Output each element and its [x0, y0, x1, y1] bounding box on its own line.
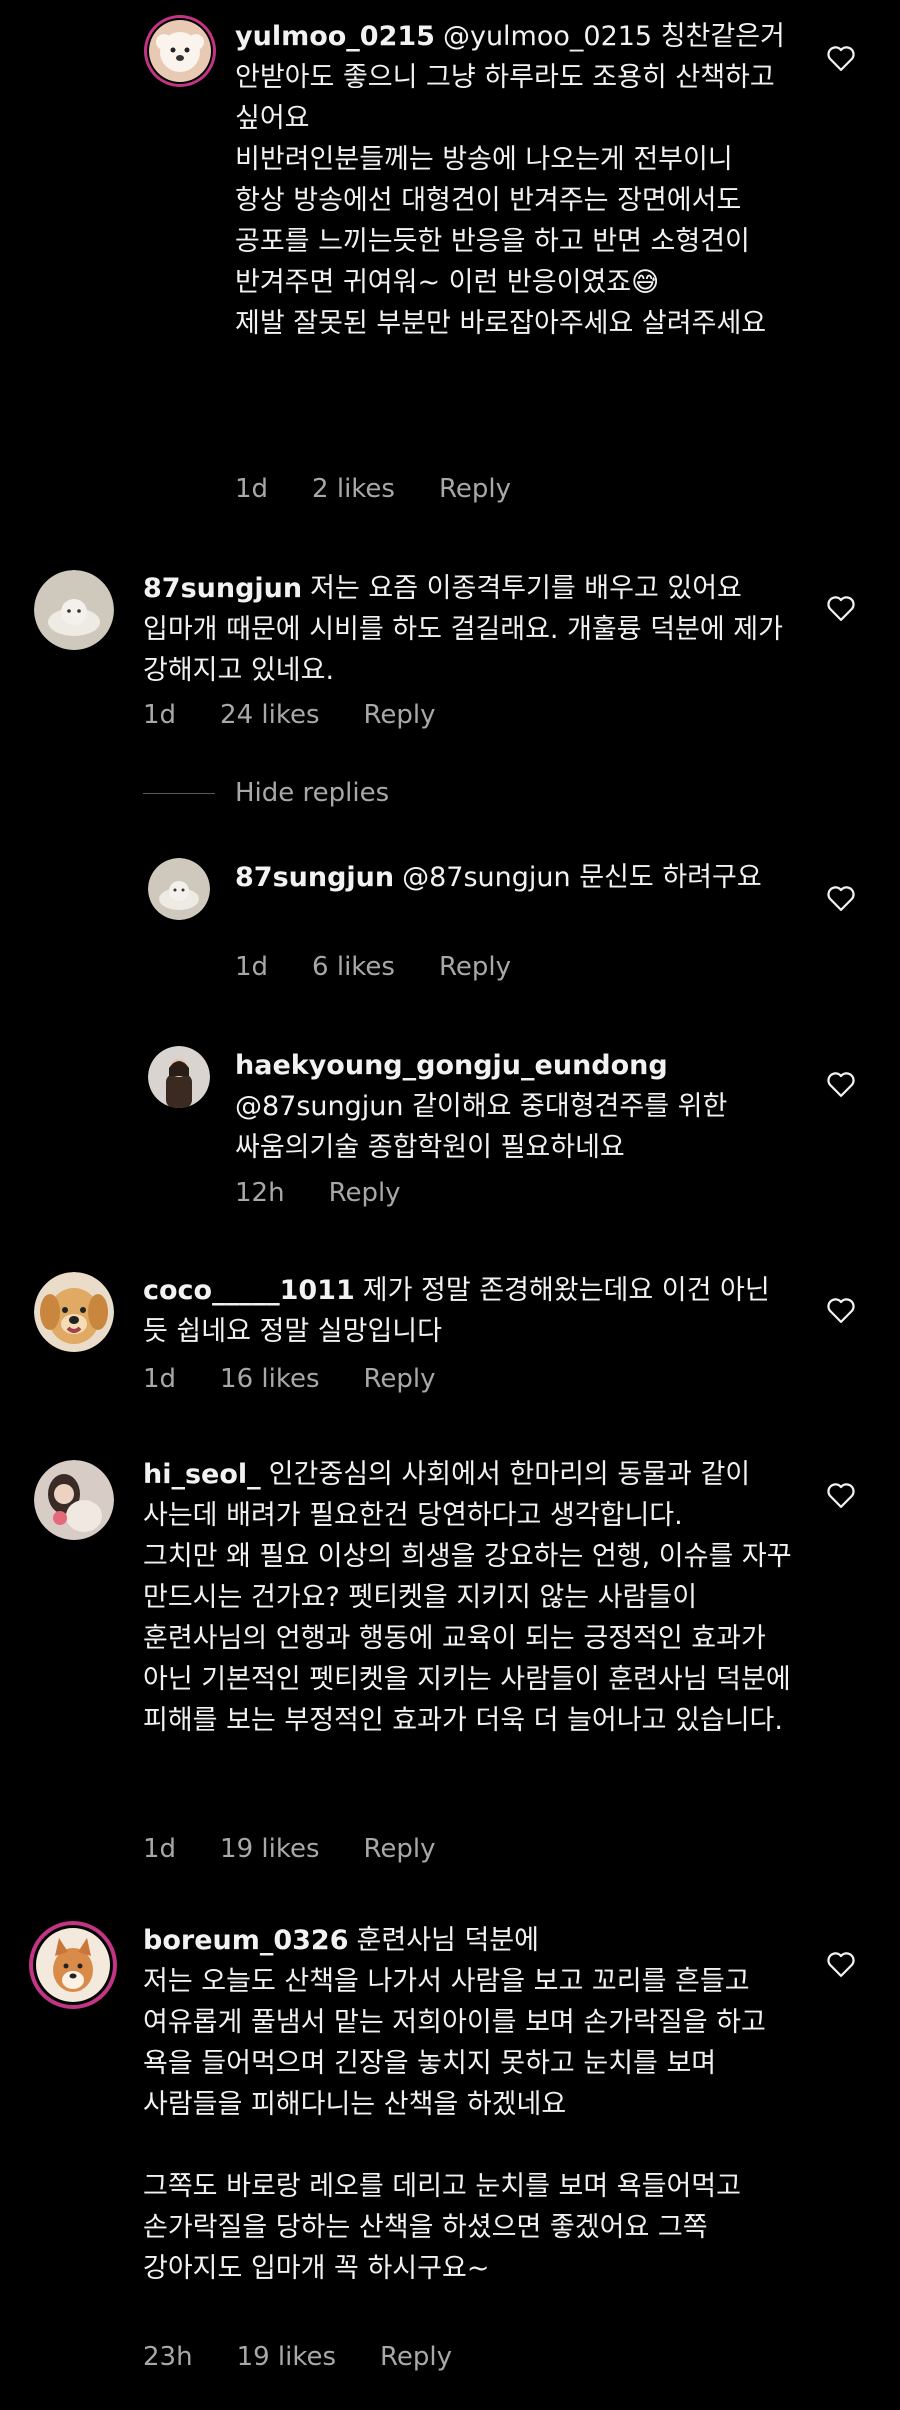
comment-text: hi_seol_ 인간중심의 사회에서 한마리의 동물과 같이 사는데 배려가 필… — [143, 1454, 803, 1741]
username[interactable]: yulmoo_0215 — [235, 21, 435, 52]
avatar[interactable] — [34, 1460, 114, 1540]
comment-text: yulmoo_0215 @yulmoo_0215 칭찬같은거 안받아도 좋으니 그… — [235, 16, 790, 344]
divider-line — [143, 792, 215, 794]
comment-meta: 1d 2 likes Reply — [235, 474, 511, 504]
reply-button[interactable]: Reply — [364, 1364, 436, 1394]
timestamp: 23h — [143, 2342, 193, 2372]
comment-meta: 1d 19 likes Reply — [143, 1834, 436, 1864]
timestamp: 1d — [143, 700, 177, 730]
comment-line: @87sungjun 같이해요 중대형견주를 위한 싸움의기술 종합학원이 필요… — [235, 1091, 728, 1163]
comment-text: 87sungjun 저는 요즘 이종격투기를 배우고 있어요 입마개 때문에 시비… — [143, 568, 803, 691]
heart-outline-icon[interactable] — [826, 594, 856, 622]
avatar[interactable] — [28, 1920, 118, 2010]
heart-outline-icon[interactable] — [826, 44, 856, 72]
comment-meta: 12h Reply — [235, 1178, 401, 1208]
likes-count[interactable]: 24 likes — [220, 700, 319, 730]
timestamp: 1d — [143, 1834, 177, 1864]
comment-line: 저는 오늘도 산책을 나가서 사람을 보고 꼬리를 흔들고 여유롭게 풀냄서 맡… — [143, 1966, 766, 2120]
comment-line: 그치만 왜 필요 이상의 희생을 강요하는 언행, 이슈를 자꾸 만드시는 건가… — [143, 1541, 792, 1736]
likes-count[interactable]: 6 likes — [312, 952, 395, 982]
reply-button[interactable]: Reply — [364, 700, 436, 730]
heart-outline-icon[interactable] — [826, 1481, 856, 1509]
reply-button[interactable]: Reply — [439, 952, 511, 982]
comment-line: 훈련사님 덕분에 — [356, 1925, 539, 1956]
avatar-image — [148, 858, 210, 920]
likes-count[interactable]: 19 likes — [237, 2342, 336, 2372]
comment-text: haekyoung_gongju_eundong @87sungjun 같이해요… — [235, 1045, 790, 1168]
timestamp: 1d — [235, 952, 269, 982]
comment-meta: 1d 6 likes Reply — [235, 952, 511, 982]
hide-replies-toggle[interactable]: Hide replies — [143, 778, 389, 808]
comment-line — [143, 2125, 808, 2166]
reply-button[interactable]: Reply — [364, 1834, 436, 1864]
avatar[interactable] — [34, 1272, 114, 1352]
timestamp: 1d — [143, 1364, 177, 1394]
avatar[interactable] — [148, 1046, 210, 1108]
avatar[interactable] — [148, 858, 210, 920]
likes-count[interactable]: 2 likes — [312, 474, 395, 504]
comment-line: 항상 방송에선 대형견이 반겨주는 장면에서도 공포를 느끼는듯한 반응을 하고… — [235, 185, 750, 298]
avatar[interactable] — [143, 14, 217, 88]
reply-button[interactable]: Reply — [439, 474, 511, 504]
avatar-image — [148, 1046, 210, 1108]
comment-line: 비반려인분들께는 방송에 나오는게 전부이니 — [235, 144, 733, 175]
comment-line: @87sungjun 문신도 하려구요 — [402, 862, 762, 893]
likes-count[interactable]: 19 likes — [220, 1834, 319, 1864]
comment-meta: 1d 16 likes Reply — [143, 1364, 436, 1394]
username[interactable]: haekyoung_gongju_eundong — [235, 1050, 668, 1081]
reply-button[interactable]: Reply — [329, 1178, 401, 1208]
comment-line: 그쪽도 바로랑 레오를 데리고 눈치를 보며 욕들어먹고 손가락질을 당하는 산… — [143, 2171, 741, 2284]
avatar-image — [29, 1921, 117, 2009]
username[interactable]: 87sungjun — [235, 862, 394, 893]
username[interactable]: coco_____1011 — [143, 1275, 355, 1306]
heart-outline-icon[interactable] — [826, 1070, 856, 1098]
timestamp: 1d — [235, 474, 269, 504]
username[interactable]: boreum_0326 — [143, 1925, 349, 1956]
heart-outline-icon[interactable] — [826, 884, 856, 912]
comment-line: 제발 잘못된 부분만 바로잡아주세요 살려주세요 — [235, 308, 767, 339]
avatar-image — [34, 570, 114, 650]
avatar-image — [34, 1272, 114, 1352]
comment-text: boreum_0326 훈련사님 덕분에 저는 오늘도 산책을 나가서 사람을 보… — [143, 1920, 808, 2289]
username[interactable]: 87sungjun — [143, 573, 302, 604]
likes-count[interactable]: 16 likes — [220, 1364, 319, 1394]
comment-meta: 23h 19 likes Reply — [143, 2342, 452, 2372]
comment-text: 87sungjun @87sungjun 문신도 하려구요 — [235, 857, 790, 898]
avatar-image — [144, 15, 216, 87]
comment-meta: 1d 24 likes Reply — [143, 700, 436, 730]
hide-replies-label[interactable]: Hide replies — [235, 778, 389, 808]
heart-outline-icon[interactable] — [826, 1950, 856, 1978]
username[interactable]: hi_seol_ — [143, 1459, 261, 1490]
reply-button[interactable]: Reply — [380, 2342, 452, 2372]
avatar-image — [34, 1460, 114, 1540]
comment-text: coco_____1011 제가 정말 존경해왔는데요 이건 아닌 듯 쉽네요 정… — [143, 1270, 803, 1352]
heart-outline-icon[interactable] — [826, 1296, 856, 1324]
timestamp: 12h — [235, 1178, 285, 1208]
avatar[interactable] — [34, 570, 114, 650]
